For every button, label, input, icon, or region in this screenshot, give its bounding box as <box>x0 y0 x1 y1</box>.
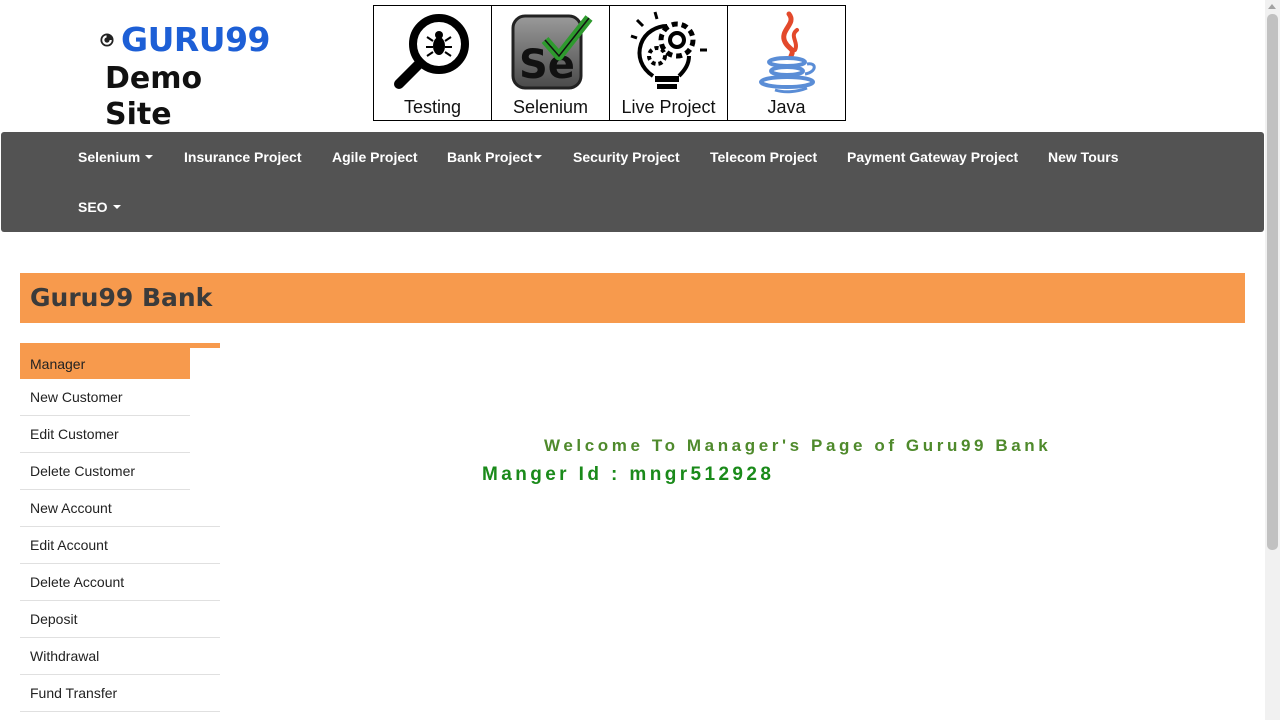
sidebar-item-new-account[interactable]: New Account <box>20 490 220 527</box>
java-icon <box>758 11 816 94</box>
nav-insurance-project[interactable]: Insurance Project <box>184 147 302 167</box>
nav-selenium-label: Selenium <box>78 149 141 165</box>
banner-title: Guru99 Bank <box>30 283 213 312</box>
tile-live-project[interactable]: Live Project <box>609 5 728 121</box>
nav-seo-label: SEO <box>78 199 108 215</box>
manager-id: Manger Id : mngr512928 <box>482 464 775 485</box>
site-logo[interactable]: GURU99 Demo Site <box>100 20 271 133</box>
tile-java-label: Java <box>767 97 806 117</box>
main-navbar: Selenium Insurance Project Agile Project… <box>1 132 1264 232</box>
page-scrollbar[interactable] <box>1265 0 1280 720</box>
sidebar-item-edit-account[interactable]: Edit Account <box>20 527 220 564</box>
nav-bank-project[interactable]: Bank Project <box>447 147 542 167</box>
guru99-logo-icon <box>100 33 114 47</box>
sidebar-item-new-customer[interactable]: New Customer <box>20 379 190 416</box>
tile-selenium[interactable]: Se Selenium <box>491 5 610 121</box>
sidebar-item-manager[interactable]: Manager <box>20 347 190 379</box>
magnifier-bug-icon <box>393 14 469 89</box>
tile-selenium-label: Selenium <box>512 97 589 117</box>
welcome-message: Welcome To Manager's Page of Guru99 Bank <box>544 436 1052 455</box>
scroll-up-arrow-icon[interactable] <box>1268 4 1276 9</box>
chevron-down-icon <box>533 155 542 160</box>
sidebar-item-delete-customer[interactable]: Delete Customer <box>20 453 190 490</box>
logo-text: GURU99 <box>120 20 271 59</box>
sidebar-item-deposit[interactable]: Deposit <box>20 601 220 638</box>
tile-java[interactable]: Java <box>727 5 846 121</box>
tile-testing[interactable]: Testing <box>373 5 492 121</box>
logo-subtitle: Demo Site <box>105 61 203 132</box>
tile-live-project-label: Live Project <box>621 97 716 117</box>
sidebar-item-delete-account[interactable]: Delete Account <box>20 564 220 601</box>
sidebar-item-withdrawal[interactable]: Withdrawal <box>20 638 220 675</box>
course-tiles: Testing Se Selenium Live Project Java <box>373 5 846 121</box>
selenium-icon: Se <box>511 14 593 90</box>
scrollbar-thumb[interactable] <box>1267 14 1278 550</box>
nav-new-tours[interactable]: New Tours <box>1048 147 1119 167</box>
nav-payment-gateway-project[interactable]: Payment Gateway Project <box>847 147 1018 167</box>
tile-testing-label: Testing <box>403 97 462 117</box>
sidebar-item-fund-transfer[interactable]: Fund Transfer <box>20 675 220 712</box>
nav-security-project[interactable]: Security Project <box>573 147 680 167</box>
bank-banner: Guru99 Bank <box>20 273 1245 323</box>
nav-bank-project-label: Bank Project <box>447 149 533 165</box>
nav-agile-project[interactable]: Agile Project <box>332 147 418 167</box>
nav-selenium[interactable]: Selenium <box>78 147 154 167</box>
sidebar-item-edit-customer[interactable]: Edit Customer <box>20 416 190 453</box>
nav-seo[interactable]: SEO <box>78 197 121 217</box>
chevron-down-icon <box>145 155 154 160</box>
chevron-down-icon <box>112 205 121 210</box>
nav-telecom-project[interactable]: Telecom Project <box>710 147 817 167</box>
lightbulb-gear-icon <box>630 11 707 89</box>
